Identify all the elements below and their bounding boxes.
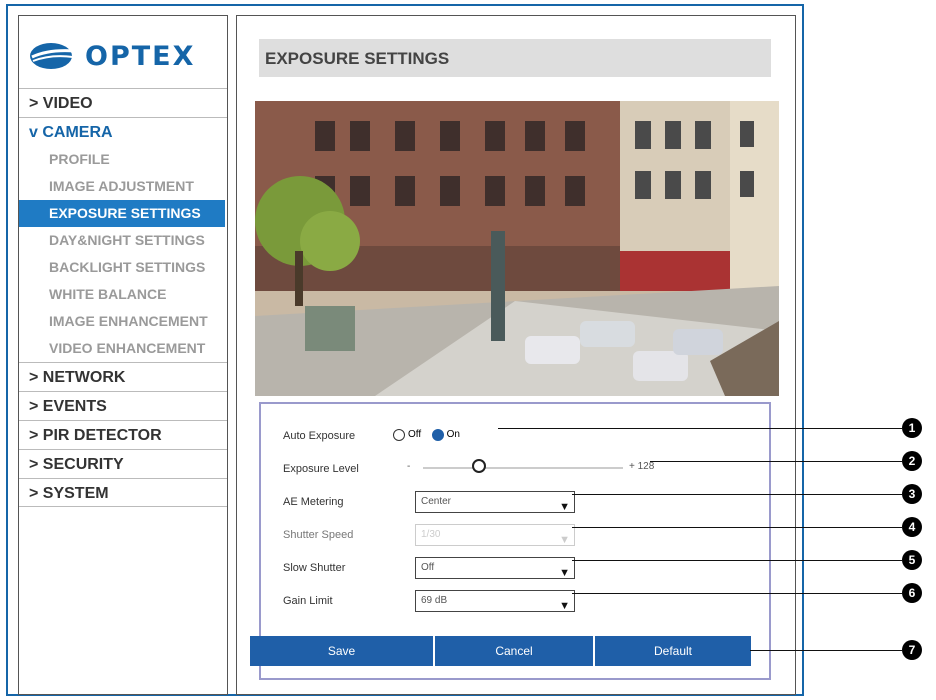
ae-metering-value: Center [421,496,452,507]
ae-metering-label: AE Metering [283,496,344,508]
optex-logo-icon [30,43,76,69]
exposure-level-track [423,467,623,469]
sidebar-item-camera[interactable]: v CAMERA [19,117,227,146]
sidebar-sub-video-enhancement[interactable]: VIDEO ENHANCEMENT [19,335,227,362]
sidebar-item-events[interactable]: > EVENTS [19,391,227,420]
slow-shutter-label: Slow Shutter [283,562,346,574]
sidebar-sub-profile[interactable]: PROFILE [19,146,227,173]
logo-text: OPTEX [85,40,196,72]
sidebar-sub-white-balance[interactable]: WHITE BALANCE [19,281,227,308]
shutter-speed-value: 1/30 [421,529,441,540]
auto-exposure-on-radio[interactable] [431,428,444,441]
sidebar-item-network[interactable]: > NETWORK [19,362,227,391]
auto-exposure-radios: Off On [393,426,466,444]
exposure-level-min: - [407,461,411,472]
camera-preview-image [255,101,779,396]
sidebar-item-security[interactable]: > SECURITY [19,449,227,478]
page-title: EXPOSURE SETTINGS [259,39,771,77]
exposure-level-value: + 128 [629,461,655,472]
sidebar-sub-backlight-settings[interactable]: BACKLIGHT SETTINGS [19,254,227,281]
callout-badge-2: 2 [902,451,922,471]
callout-line-2 [650,461,902,462]
auto-exposure-off-radio[interactable] [393,428,405,441]
chevron-down-icon: ▼ [559,501,570,513]
chevron-down-icon: ▼ [559,534,570,546]
callout-line-6 [572,593,902,594]
callout-badge-1: 1 [902,418,922,438]
callout-line-4 [572,527,902,528]
callout-badge-5: 5 [902,550,922,570]
ae-metering-select[interactable]: Center ▼ [415,491,575,513]
slow-shutter-select[interactable]: Off ▼ [415,557,575,579]
sidebar-sub-image-enhancement[interactable]: IMAGE ENHANCEMENT [19,308,227,335]
callout-badge-3: 3 [902,484,922,504]
auto-exposure-label: Auto Exposure [283,430,356,442]
sidebar-sub-day-night-settings[interactable]: DAY&NIGHT SETTINGS [19,227,227,254]
shutter-speed-label: Shutter Speed [283,529,354,541]
gain-limit-select[interactable]: 69 dB ▼ [415,590,575,612]
sidebar-item-video[interactable]: > VIDEO [19,88,227,117]
gain-limit-label: Gain Limit [283,595,333,607]
sidebar-sub-image-adjustment[interactable]: IMAGE ADJUSTMENT [19,173,227,200]
shutter-speed-select: 1/30 ▼ [415,524,575,546]
callout-badge-4: 4 [902,517,922,537]
gain-limit-value: 69 dB [421,595,448,606]
default-button[interactable]: Default [595,636,751,666]
callout-badge-7: 7 [902,640,922,660]
sidebar-sub-exposure-settings[interactable]: EXPOSURE SETTINGS [19,200,225,227]
sidebar-nav: > VIDEO v CAMERA PROFILE IMAGE ADJUSTMEN… [19,88,227,507]
callout-line-1 [498,428,902,429]
auto-exposure-on-label: On [446,429,460,441]
sidebar-item-system[interactable]: > SYSTEM [19,478,227,507]
sidebar: OPTEX > VIDEO v CAMERA PROFILE IMAGE ADJ… [18,15,228,695]
exposure-level-slider-thumb[interactable] [472,459,486,473]
callout-line-5 [572,560,902,561]
optex-logo: OPTEX [29,36,195,76]
camera-preview [255,101,779,396]
sidebar-item-pir-detector[interactable]: > PIR DETECTOR [19,420,227,449]
exposure-level-label: Exposure Level [283,463,359,475]
callout-line-7 [750,650,902,651]
slow-shutter-value: Off [421,562,435,573]
callout-badge-6: 6 [902,583,922,603]
cancel-button[interactable]: Cancel [435,636,593,666]
callout-line-3 [572,494,902,495]
auto-exposure-off-label: Off [408,429,422,441]
chevron-down-icon: ▼ [559,600,570,612]
chevron-down-icon: ▼ [559,567,570,579]
save-button[interactable]: Save [250,636,433,666]
